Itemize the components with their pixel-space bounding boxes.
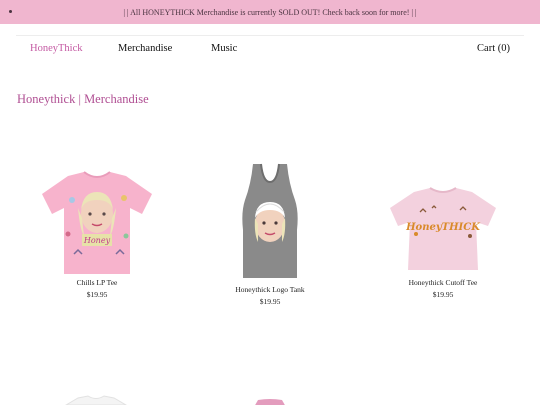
announcement-bar: | | All HONEYTHICK Merchandise is curren… — [0, 0, 540, 24]
product-price: $19.95 — [259, 297, 281, 306]
brand-link[interactable]: HoneyThick — [30, 43, 83, 54]
product-name[interactable]: Honeythick Logo Tank — [211, 285, 329, 294]
page-title: Honeythick | Merchandise — [17, 92, 149, 106]
product-image-pink-tee[interactable]: Honey — [38, 170, 156, 278]
main-nav: HoneyThick Merchandise Music Cart (0) — [16, 35, 524, 64]
bullet-icon — [9, 10, 12, 13]
product-card-cutoff-tee[interactable]: HoneyTHICK Honeythick Cutoff Tee $19.95 — [384, 182, 502, 299]
product-name[interactable]: Chills LP Tee — [38, 278, 156, 287]
product-name[interactable]: Honeythick Cutoff Tee — [384, 278, 502, 287]
nav-merchandise[interactable]: Merchandise — [118, 43, 172, 54]
announcement-text: | | All HONEYTHICK Merchandise is curren… — [123, 7, 417, 17]
svg-text:HoneyTHICK: HoneyTHICK — [405, 222, 481, 233]
product-image-gray-tank[interactable] — [211, 160, 329, 285]
product-price: $19.95 — [432, 290, 454, 299]
product-card-partial-pink[interactable] — [250, 394, 290, 405]
product-card-partial-white[interactable] — [60, 392, 132, 405]
product-card-logo-tank[interactable]: Honeythick Logo Tank $19.95 — [211, 160, 329, 306]
cart-link[interactable]: Cart (0) — [477, 43, 510, 54]
nav-music[interactable]: Music — [211, 43, 237, 54]
product-price: $19.95 — [86, 290, 108, 299]
product-card-chills-lp-tee[interactable]: Honey Chills LP Tee $19.95 — [38, 170, 156, 299]
product-image-pink-item[interactable] — [250, 396, 290, 405]
product-image-pink-crop-tee[interactable]: HoneyTHICK — [384, 182, 502, 278]
svg-text:Honey: Honey — [83, 236, 111, 245]
product-image-white-tee[interactable] — [60, 392, 132, 405]
